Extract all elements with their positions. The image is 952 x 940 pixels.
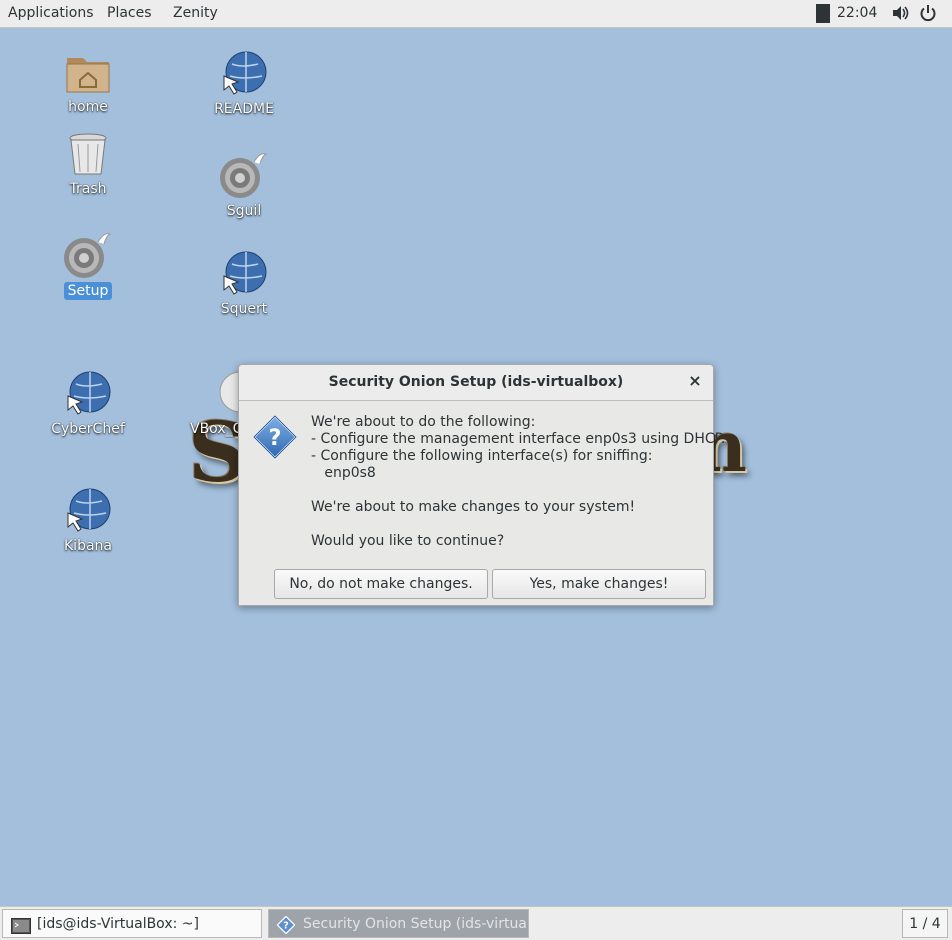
desktop-icon-label: Sguil <box>226 203 262 219</box>
desktop-icon-label: Kibana <box>64 538 112 554</box>
top-panel: Applications Places Zenity 22:04 <box>0 0 952 28</box>
desktop-icon-label: CyberChef <box>51 421 125 437</box>
dialog-message: We're about to do the following: - Confi… <box>311 414 726 549</box>
workspace-switcher[interactable]: 1 / 4 <box>902 909 948 938</box>
power-icon[interactable] <box>919 4 937 26</box>
menu-zenity[interactable]: Zenity <box>173 5 218 21</box>
volume-icon[interactable] <box>891 4 909 26</box>
desktop-icon-kibana[interactable]: Kibana <box>38 487 138 555</box>
setup-dialog: Security Onion Setup (ids-virtualbox) × … <box>238 364 725 606</box>
desktop-icon-vbox[interactable]: VBox_C <box>186 370 246 438</box>
clock-indicator-block <box>816 4 830 23</box>
desktop-icon-label: Setup <box>63 282 113 300</box>
desktop-icon-label: home <box>68 99 108 115</box>
desktop-icon-cyberchef[interactable]: CyberChef <box>38 370 138 438</box>
menu-applications[interactable]: Applications <box>8 5 94 21</box>
close-icon[interactable]: × <box>687 373 703 389</box>
clock[interactable]: 22:04 <box>837 5 877 21</box>
desktop-icon-sguil[interactable]: Sguil <box>194 150 294 220</box>
bottom-panel: [ids@ids-VirtualBox: ~] ? Security Onion… <box>0 906 952 940</box>
desktop-icon-trash[interactable]: Trash <box>38 132 138 198</box>
menu-places[interactable]: Places <box>107 5 152 21</box>
taskbar-item-label: Security Onion Setup (ids-virtualbox) <box>303 916 529 932</box>
question-icon: ? <box>252 414 298 463</box>
onion-icon <box>64 233 112 278</box>
web-link-icon <box>67 371 111 415</box>
web-link-icon <box>223 251 267 295</box>
trash-icon <box>69 133 107 175</box>
desktop-icon-label: VBox_C <box>190 421 243 437</box>
taskbar-item-terminal[interactable]: [ids@ids-VirtualBox: ~] <box>2 909 262 938</box>
svg-text:?: ? <box>269 426 282 451</box>
desktop-icon-setup[interactable]: Setup <box>38 230 138 300</box>
folder-home-icon <box>66 58 110 93</box>
dialog-titlebar[interactable]: Security Onion Setup (ids-virtualbox) × <box>239 365 713 401</box>
desktop-icon-readme[interactable]: README <box>194 50 294 118</box>
web-link-icon <box>223 51 267 95</box>
yes-button[interactable]: Yes, make changes! <box>492 569 706 599</box>
no-button[interactable]: No, do not make changes. <box>274 569 488 599</box>
desktop-icon-label: Trash <box>69 181 107 197</box>
cd-icon <box>219 371 240 413</box>
desktop-icon-squert[interactable]: Squert <box>194 250 294 318</box>
svg-text:?: ? <box>283 921 289 932</box>
onion-icon <box>220 153 268 198</box>
desktop-icon-label: README <box>214 101 274 117</box>
taskbar-item-setup[interactable]: ? Security Onion Setup (ids-virtualbox) <box>268 909 529 938</box>
dialog-title: Security Onion Setup (ids-virtualbox) <box>328 374 624 390</box>
question-icon: ? <box>276 915 296 937</box>
terminal-icon <box>11 916 31 937</box>
desktop-icon-label: Squert <box>220 301 268 317</box>
web-link-icon <box>67 488 111 532</box>
desktop-icon-home[interactable]: home <box>38 50 138 116</box>
taskbar-item-label: [ids@ids-VirtualBox: ~] <box>37 916 199 932</box>
